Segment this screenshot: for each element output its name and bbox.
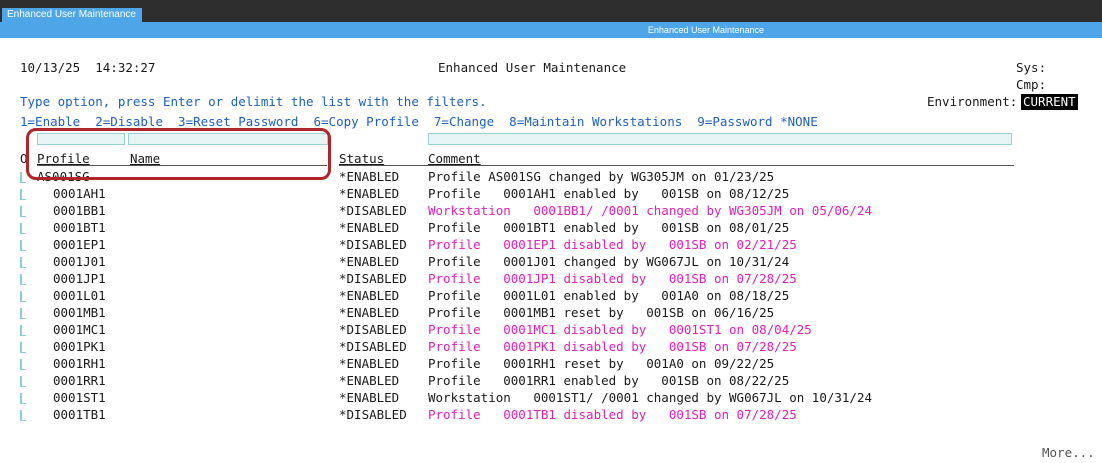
row-option-input[interactable] [20,376,26,387]
row-option-input[interactable] [20,410,26,421]
row-option-input[interactable] [20,308,26,319]
row-status: *ENABLED [339,288,400,303]
row-comment: Profile AS001SG changed by WG305JM on 01… [428,169,775,184]
row-option-input[interactable] [20,325,26,336]
tab-enhanced-user-maintenance[interactable]: Enhanced User Maintenance [2,8,142,22]
row-option-input[interactable] [20,342,26,353]
row-option-input[interactable] [20,291,26,302]
row-profile: 0001MB1 [53,305,106,320]
tab-bar: Enhanced User Maintenance [0,0,1102,22]
row-status: *DISABLED [339,203,407,218]
row-profile: 0001BT1 [53,220,106,235]
row-profile: 0001MC1 [53,322,106,337]
row-status: *ENABLED [339,373,400,388]
row-option-input[interactable] [20,393,26,404]
row-option-input[interactable] [20,240,26,251]
environment-value: CURRENT [1021,94,1078,110]
row-comment: Workstation 0001BB1/ /0001 changed by WG… [428,203,873,218]
instruction-text: Type option, press Enter or delimit the … [20,94,487,109]
row-status: *ENABLED [339,186,400,201]
row-comment: Workstation 0001ST1/ /0001 changed by WG… [428,390,873,405]
row-profile: 0001PK1 [53,339,106,354]
row-option-input[interactable] [20,257,26,268]
row-profile: 0001ST1 [53,390,106,405]
row-comment: Profile 0001RH1 reset by 001A0 on 09/22/… [428,356,775,371]
row-profile: 0001AH1 [53,186,106,201]
row-option-input[interactable] [20,189,26,200]
row-comment: Profile 0001JP1 disabled by 001SB on 07/… [428,271,797,286]
row-comment: Profile 0001L01 enabled by 001A0 on 08/1… [428,288,790,303]
row-profile: 0001JP1 [53,271,106,286]
row-status: *DISABLED [339,271,407,286]
row-status: *DISABLED [339,322,407,337]
row-status: *ENABLED [339,169,400,184]
row-status: *ENABLED [339,356,400,371]
row-option-input[interactable] [20,172,26,183]
row-profile: 0001L01 [53,288,106,303]
row-comment: Profile 0001RR1 enabled by 001SB on 08/2… [428,373,790,388]
row-comment: Profile 0001PK1 disabled by 001SB on 07/… [428,339,797,354]
more-indicator: More... [1042,445,1095,460]
row-status: *ENABLED [339,254,400,269]
row-profile: 0001J01 [53,254,106,269]
row-comment: Profile 0001MB1 reset by 001SB on 06/16/… [428,305,775,320]
row-profile: 0001EP1 [53,237,106,252]
row-option-input[interactable] [20,274,26,285]
row-status: *ENABLED [339,390,400,405]
row-profile: 0001BB1 [53,203,106,218]
row-profile: 0001RR1 [53,373,106,388]
row-status: *DISABLED [339,407,407,422]
header-rule-right [339,165,1014,166]
filter-highlight-annotation [26,128,331,180]
row-comment: Profile 0001TB1 disabled by 001SB on 07/… [428,407,797,422]
row-comment: Profile 0001MC1 disabled by 0001ST1 on 0… [428,322,812,337]
row-status: *DISABLED [339,339,407,354]
row-option-input[interactable] [20,359,26,370]
row-comment: Profile 0001BT1 enabled by 001SB on 08/0… [428,220,790,235]
comment-filter-input[interactable] [428,133,1012,145]
row-status: *ENABLED [339,305,400,320]
datetime: 10/13/25 14:32:27 [20,60,156,75]
row-comment: Profile 0001AH1 enabled by 001SB on 08/1… [428,186,790,201]
row-comment: Profile 0001EP1 disabled by 001SB on 02/… [428,237,797,252]
row-option-input[interactable] [20,206,26,217]
row-comment: Profile 0001J01 changed by WG067JL on 10… [428,254,790,269]
title-bar: Enhanced User Maintenance [0,22,1102,38]
terminal-screen: 10/13/25 14:32:27 Enhanced User Maintena… [0,38,1102,463]
row-profile: 0001TB1 [53,407,106,422]
window-title: Enhanced User Maintenance [647,25,764,35]
row-option-input[interactable] [20,223,26,234]
row-status: *DISABLED [339,237,407,252]
screen-title: Enhanced User Maintenance [438,60,627,75]
cmp-label: Cmp: [1016,77,1047,92]
row-profile: 0001RH1 [53,356,106,371]
sys-label: Sys: [1016,60,1047,75]
environment-label: Environment: [927,94,1018,109]
row-status: *ENABLED [339,220,400,235]
